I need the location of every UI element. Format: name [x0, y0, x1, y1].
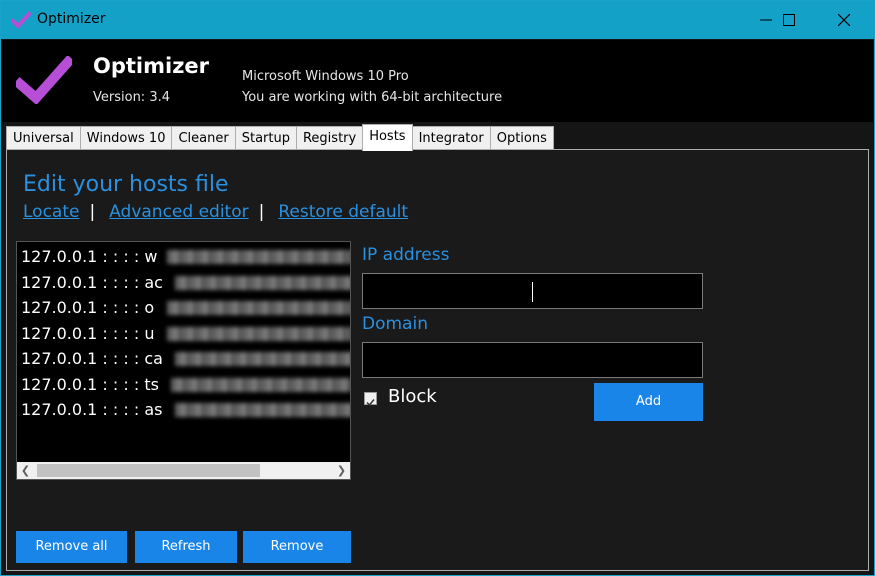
title-bar[interactable]: Optimizer — [1, 1, 874, 39]
host-entry: 127.0.0.1 : : : : ca — [21, 349, 163, 368]
list-item[interactable]: 127.0.0.1 : : : : ca — [17, 346, 350, 372]
link-separator: | — [89, 202, 96, 222]
hosts-list[interactable]: 127.0.0.1 : : : : w 127.0.0.1 : : : : ac… — [16, 241, 351, 480]
remove-all-button[interactable]: Remove all — [16, 531, 127, 563]
arch-info: You are working with 64-bit architecture — [242, 90, 503, 105]
checkmark-logo-icon — [16, 56, 72, 104]
os-info: Microsoft Windows 10 Pro — [242, 69, 409, 84]
locate-link[interactable]: Locate — [23, 202, 79, 222]
redacted-domain — [167, 250, 350, 264]
tab-cleaner[interactable]: Cleaner — [171, 126, 236, 150]
tab-startup[interactable]: Startup — [234, 126, 297, 150]
optimizer-window: Optimizer Optimizer Version: 3.4 Microso… — [0, 0, 875, 576]
host-entry: 127.0.0.1 : : : : w — [21, 247, 158, 266]
app-name: Optimizer — [93, 54, 210, 78]
window-title: Optimizer — [37, 11, 106, 27]
ip-address-input[interactable] — [362, 273, 703, 309]
close-button[interactable] — [821, 1, 867, 39]
advanced-editor-link[interactable]: Advanced editor — [109, 202, 248, 222]
tab-strip: Universal Windows 10 Cleaner Startup Reg… — [6, 124, 554, 151]
link-separator: | — [258, 202, 265, 222]
redacted-domain — [175, 275, 350, 290]
checkmark-icon — [366, 399, 375, 407]
redacted-domain — [171, 377, 350, 392]
redacted-domain — [167, 301, 350, 315]
restore-default-link[interactable]: Restore default — [278, 202, 408, 222]
host-entry: 127.0.0.1 : : : : ts — [21, 374, 159, 394]
list-item[interactable]: 127.0.0.1 : : : : o — [17, 295, 350, 321]
domain-label: Domain — [362, 314, 428, 334]
refresh-button[interactable]: Refresh — [135, 531, 237, 563]
add-button[interactable]: Add — [594, 383, 703, 421]
text-caret — [532, 282, 533, 302]
scroll-left-icon[interactable]: ❮ — [17, 462, 34, 479]
hosts-links: Locate | Advanced editor | Restore defau… — [23, 202, 408, 222]
hosts-panel: Edit your hosts file Locate | Advanced e… — [6, 149, 869, 571]
host-entry: 127.0.0.1 : : : : u — [21, 323, 155, 343]
checkmark-app-icon — [11, 11, 31, 29]
close-icon — [838, 14, 850, 26]
maximize-button[interactable] — [766, 1, 812, 39]
redacted-domain — [167, 326, 350, 341]
tab-options[interactable]: Options — [489, 126, 554, 150]
domain-input[interactable] — [362, 342, 703, 378]
list-item[interactable]: 127.0.0.1 : : : : ts — [17, 372, 350, 398]
host-entry: 127.0.0.1 : : : : as — [21, 400, 163, 419]
block-checkbox[interactable] — [364, 392, 377, 407]
maximize-icon — [783, 14, 795, 26]
ip-address-label: IP address — [362, 245, 450, 265]
tab-windows10[interactable]: Windows 10 — [79, 126, 173, 150]
scrollbar-thumb[interactable] — [37, 464, 260, 477]
list-item[interactable]: 127.0.0.1 : : : : u — [17, 321, 350, 347]
list-item[interactable]: 127.0.0.1 : : : : w — [17, 244, 350, 270]
scroll-right-icon[interactable]: ❯ — [333, 462, 350, 479]
tab-registry[interactable]: Registry — [295, 126, 364, 150]
list-item[interactable]: 127.0.0.1 : : : : as — [17, 397, 350, 423]
tab-integrator[interactable]: Integrator — [411, 126, 491, 150]
host-entry: 127.0.0.1 : : : : o — [21, 298, 155, 317]
app-header: Optimizer Version: 3.4 Microsoft Windows… — [2, 40, 873, 122]
app-version: Version: 3.4 — [93, 90, 170, 105]
block-label: Block — [388, 386, 437, 407]
remove-button[interactable]: Remove — [243, 531, 351, 563]
hosts-heading: Edit your hosts file — [23, 172, 229, 197]
redacted-domain — [175, 403, 350, 417]
host-entry: 127.0.0.1 : : : : ac — [21, 272, 163, 292]
list-item[interactable]: 127.0.0.1 : : : : ac — [17, 270, 350, 296]
tab-hosts[interactable]: Hosts — [362, 124, 413, 151]
tab-universal[interactable]: Universal — [6, 126, 81, 150]
horizontal-scrollbar[interactable]: ❮ ❯ — [17, 462, 350, 479]
redacted-domain — [175, 352, 350, 366]
